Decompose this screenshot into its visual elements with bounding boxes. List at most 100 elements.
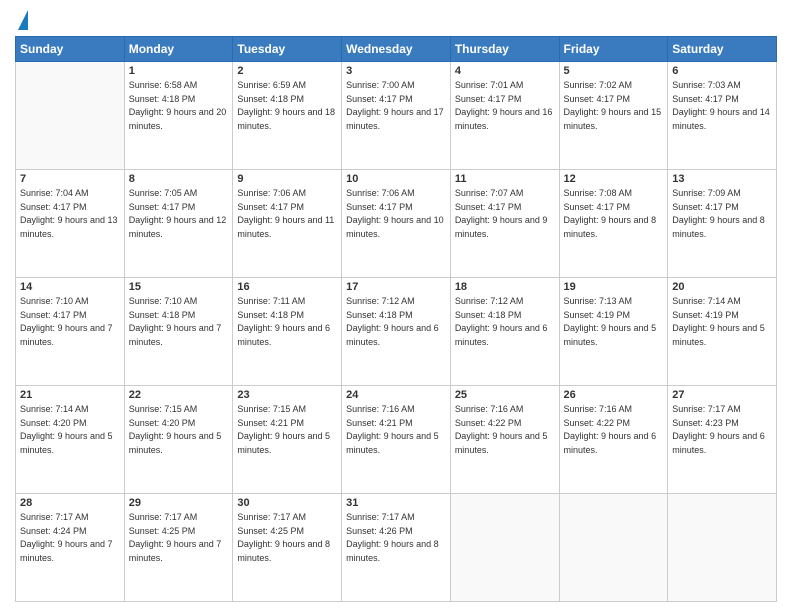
calendar-week-3: 21 Sunrise: 7:14 AMSunset: 4:20 PMDayligh… — [16, 386, 777, 494]
calendar-cell: 10 Sunrise: 7:06 AMSunset: 4:17 PMDayligh… — [342, 170, 451, 278]
cell-info: Sunrise: 7:12 AMSunset: 4:18 PMDaylight:… — [455, 295, 555, 349]
calendar-cell: 11 Sunrise: 7:07 AMSunset: 4:17 PMDayligh… — [450, 170, 559, 278]
cell-info: Sunrise: 7:05 AMSunset: 4:17 PMDaylight:… — [129, 187, 229, 241]
day-number: 11 — [455, 173, 555, 185]
calendar-header-friday: Friday — [559, 37, 668, 62]
day-number: 13 — [672, 173, 772, 185]
day-number: 12 — [564, 173, 664, 185]
calendar-header-row: SundayMondayTuesdayWednesdayThursdayFrid… — [16, 37, 777, 62]
day-number: 10 — [346, 173, 446, 185]
calendar-cell: 21 Sunrise: 7:14 AMSunset: 4:20 PMDayligh… — [16, 386, 125, 494]
calendar-week-4: 28 Sunrise: 7:17 AMSunset: 4:24 PMDayligh… — [16, 494, 777, 602]
cell-info: Sunrise: 7:09 AMSunset: 4:17 PMDaylight:… — [672, 187, 772, 241]
cell-info: Sunrise: 7:12 AMSunset: 4:18 PMDaylight:… — [346, 295, 446, 349]
calendar-cell: 2 Sunrise: 6:59 AMSunset: 4:18 PMDaylight… — [233, 62, 342, 170]
day-number: 23 — [237, 389, 337, 401]
calendar-cell: 13 Sunrise: 7:09 AMSunset: 4:17 PMDayligh… — [668, 170, 777, 278]
day-number: 20 — [672, 281, 772, 293]
day-number: 25 — [455, 389, 555, 401]
day-number: 14 — [20, 281, 120, 293]
cell-info: Sunrise: 7:00 AMSunset: 4:17 PMDaylight:… — [346, 79, 446, 133]
cell-info: Sunrise: 7:11 AMSunset: 4:18 PMDaylight:… — [237, 295, 337, 349]
day-number: 4 — [455, 65, 555, 77]
cell-info: Sunrise: 7:13 AMSunset: 4:19 PMDaylight:… — [564, 295, 664, 349]
day-number: 30 — [237, 497, 337, 509]
day-number: 9 — [237, 173, 337, 185]
calendar-cell — [559, 494, 668, 602]
cell-info: Sunrise: 7:07 AMSunset: 4:17 PMDaylight:… — [455, 187, 555, 241]
calendar-cell: 31 Sunrise: 7:17 AMSunset: 4:26 PMDayligh… — [342, 494, 451, 602]
cell-info: Sunrise: 7:06 AMSunset: 4:17 PMDaylight:… — [346, 187, 446, 241]
calendar-cell: 24 Sunrise: 7:16 AMSunset: 4:21 PMDayligh… — [342, 386, 451, 494]
day-number: 24 — [346, 389, 446, 401]
calendar-cell: 19Sunrise: 7:13 AMSunset: 4:19 PMDayligh… — [559, 278, 668, 386]
cell-info: Sunrise: 7:04 AMSunset: 4:17 PMDaylight:… — [20, 187, 120, 241]
calendar-cell: 16 Sunrise: 7:11 AMSunset: 4:18 PMDayligh… — [233, 278, 342, 386]
day-number: 26 — [564, 389, 664, 401]
day-number: 21 — [20, 389, 120, 401]
cell-info: Sunrise: 7:14 AMSunset: 4:19 PMDaylight:… — [672, 295, 772, 349]
cell-info: Sunrise: 7:16 AMSunset: 4:22 PMDaylight:… — [455, 403, 555, 457]
calendar-cell: 20 Sunrise: 7:14 AMSunset: 4:19 PMDayligh… — [668, 278, 777, 386]
calendar-cell: 4 Sunrise: 7:01 AMSunset: 4:17 PMDaylight… — [450, 62, 559, 170]
day-number: 16 — [237, 281, 337, 293]
calendar-cell: 7 Sunrise: 7:04 AMSunset: 4:17 PMDaylight… — [16, 170, 125, 278]
cell-info: Sunrise: 7:17 AMSunset: 4:26 PMDaylight:… — [346, 511, 446, 565]
day-number: 29 — [129, 497, 229, 509]
day-number: 22 — [129, 389, 229, 401]
calendar-cell: 6Sunrise: 7:03 AMSunset: 4:17 PMDaylight… — [668, 62, 777, 170]
day-number: 18 — [455, 281, 555, 293]
calendar-cell — [668, 494, 777, 602]
day-number: 2 — [237, 65, 337, 77]
calendar-cell: 3 Sunrise: 7:00 AMSunset: 4:17 PMDaylight… — [342, 62, 451, 170]
day-number: 6 — [672, 65, 772, 77]
cell-info: Sunrise: 7:17 AMSunset: 4:24 PMDaylight:… — [20, 511, 120, 565]
cell-info: Sunrise: 6:58 AMSunset: 4:18 PMDaylight:… — [129, 79, 229, 133]
cell-info: Sunrise: 7:15 AMSunset: 4:20 PMDaylight:… — [129, 403, 229, 457]
calendar-cell: 28 Sunrise: 7:17 AMSunset: 4:24 PMDayligh… — [16, 494, 125, 602]
calendar-cell: 26 Sunrise: 7:16 AMSunset: 4:22 PMDayligh… — [559, 386, 668, 494]
cell-info: Sunrise: 6:59 AMSunset: 4:18 PMDaylight:… — [237, 79, 337, 133]
calendar-cell: 30 Sunrise: 7:17 AMSunset: 4:25 PMDayligh… — [233, 494, 342, 602]
page: SundayMondayTuesdayWednesdayThursdayFrid… — [0, 0, 792, 612]
calendar-cell — [450, 494, 559, 602]
calendar-cell: 22 Sunrise: 7:15 AMSunset: 4:20 PMDayligh… — [124, 386, 233, 494]
day-number: 15 — [129, 281, 229, 293]
cell-info: Sunrise: 7:16 AMSunset: 4:22 PMDaylight:… — [564, 403, 664, 457]
calendar-cell: 1Sunrise: 6:58 AMSunset: 4:18 PMDaylight… — [124, 62, 233, 170]
cell-info: Sunrise: 7:15 AMSunset: 4:21 PMDaylight:… — [237, 403, 337, 457]
cell-info: Sunrise: 7:16 AMSunset: 4:21 PMDaylight:… — [346, 403, 446, 457]
day-number: 31 — [346, 497, 446, 509]
day-number: 3 — [346, 65, 446, 77]
cell-info: Sunrise: 7:06 AMSunset: 4:17 PMDaylight:… — [237, 187, 337, 241]
calendar-header-monday: Monday — [124, 37, 233, 62]
day-number: 7 — [20, 173, 120, 185]
calendar-cell: 18 Sunrise: 7:12 AMSunset: 4:18 PMDayligh… — [450, 278, 559, 386]
calendar-cell: 8 Sunrise: 7:05 AMSunset: 4:17 PMDaylight… — [124, 170, 233, 278]
day-number: 5 — [564, 65, 664, 77]
cell-info: Sunrise: 7:17 AMSunset: 4:23 PMDaylight:… — [672, 403, 772, 457]
calendar-week-2: 14Sunrise: 7:10 AMSunset: 4:17 PMDayligh… — [16, 278, 777, 386]
calendar-week-1: 7 Sunrise: 7:04 AMSunset: 4:17 PMDaylight… — [16, 170, 777, 278]
day-number: 27 — [672, 389, 772, 401]
calendar-cell: 23 Sunrise: 7:15 AMSunset: 4:21 PMDayligh… — [233, 386, 342, 494]
calendar-cell: 15Sunrise: 7:10 AMSunset: 4:18 PMDayligh… — [124, 278, 233, 386]
calendar-cell: 14Sunrise: 7:10 AMSunset: 4:17 PMDayligh… — [16, 278, 125, 386]
calendar-cell: 9 Sunrise: 7:06 AMSunset: 4:17 PMDaylight… — [233, 170, 342, 278]
cell-info: Sunrise: 7:01 AMSunset: 4:17 PMDaylight:… — [455, 79, 555, 133]
calendar-header-tuesday: Tuesday — [233, 37, 342, 62]
day-number: 8 — [129, 173, 229, 185]
cell-info: Sunrise: 7:02 AMSunset: 4:17 PMDaylight:… — [564, 79, 664, 133]
calendar-cell: 25 Sunrise: 7:16 AMSunset: 4:22 PMDayligh… — [450, 386, 559, 494]
calendar-week-0: 1Sunrise: 6:58 AMSunset: 4:18 PMDaylight… — [16, 62, 777, 170]
calendar-cell: 29 Sunrise: 7:17 AMSunset: 4:25 PMDayligh… — [124, 494, 233, 602]
calendar-cell: 5 Sunrise: 7:02 AMSunset: 4:17 PMDaylight… — [559, 62, 668, 170]
header — [15, 10, 777, 30]
cell-info: Sunrise: 7:17 AMSunset: 4:25 PMDaylight:… — [237, 511, 337, 565]
cell-info: Sunrise: 7:17 AMSunset: 4:25 PMDaylight:… — [129, 511, 229, 565]
calendar-cell: 27 Sunrise: 7:17 AMSunset: 4:23 PMDayligh… — [668, 386, 777, 494]
day-number: 28 — [20, 497, 120, 509]
cell-info: Sunrise: 7:14 AMSunset: 4:20 PMDaylight:… — [20, 403, 120, 457]
logo-icon — [18, 10, 28, 30]
calendar-header-sunday: Sunday — [16, 37, 125, 62]
